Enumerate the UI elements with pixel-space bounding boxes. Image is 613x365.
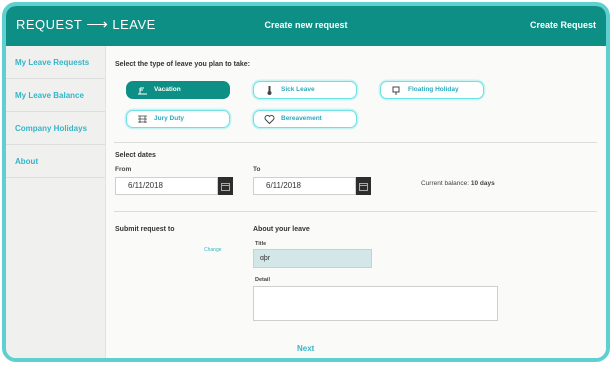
sidebar: My Leave Requests My Leave Balance Compa… — [6, 46, 106, 358]
divider — [114, 211, 597, 212]
sidebar-item-about[interactable]: About — [6, 145, 105, 178]
from-calendar-icon[interactable] — [218, 177, 233, 195]
from-label: From — [115, 166, 132, 173]
detail-label: Detail — [255, 277, 270, 283]
main-content: Select the type of leave you plan to tak… — [106, 46, 606, 358]
to-label: To — [253, 166, 261, 173]
app-frame: REQUEST ⟶ LEAVE Create new request Creat… — [2, 2, 610, 362]
leave-type-prompt: Select the type of leave you plan to tak… — [115, 61, 250, 68]
leave-option-label: Sick Leave — [281, 86, 315, 93]
leave-option-label: Bereavement — [281, 115, 322, 122]
heart-icon — [264, 114, 275, 125]
title-input[interactable]: ɑþr — [253, 249, 372, 268]
divider — [114, 142, 597, 143]
leave-option-floating-holiday[interactable]: Floating Holiday — [380, 81, 484, 99]
from-date-input[interactable]: 6/11/2018 — [115, 177, 218, 195]
to-date-input[interactable]: 6/11/2018 — [253, 177, 356, 195]
floating-icon — [391, 85, 402, 96]
leave-option-label: Jury Duty — [154, 115, 184, 122]
change-approver-link[interactable]: Change — [204, 247, 222, 253]
sidebar-item-company-holidays[interactable]: Company Holidays — [6, 112, 105, 145]
leave-option-label: Floating Holiday — [408, 86, 459, 93]
title-label: Title — [255, 241, 267, 247]
leave-option-bereavement[interactable]: Bereavement — [253, 110, 357, 128]
leave-option-label: Vacation — [154, 86, 181, 93]
select-dates-heading: Select dates — [115, 152, 156, 159]
sidebar-item-my-leave-requests[interactable]: My Leave Requests — [6, 46, 105, 79]
current-balance: Current balance: 10 days — [421, 180, 495, 187]
about-leave-heading: About your leave — [253, 226, 310, 233]
sidebar-item-my-leave-balance[interactable]: My Leave Balance — [6, 79, 105, 112]
beach-icon — [137, 85, 148, 96]
detail-textarea[interactable] — [253, 286, 498, 321]
submit-request-heading: Submit request to — [115, 226, 175, 233]
next-button[interactable]: Next — [297, 344, 314, 353]
balance-value: 10 days — [470, 180, 495, 187]
leave-option-vacation[interactable]: Vacation — [126, 81, 230, 99]
balance-label: Current balance: — [421, 180, 470, 187]
to-calendar-icon[interactable] — [356, 177, 371, 195]
leave-option-sick-leave[interactable]: Sick Leave — [253, 81, 357, 99]
thermometer-icon — [264, 85, 275, 96]
top-bar: REQUEST ⟶ LEAVE Create new request Creat… — [6, 6, 606, 46]
create-request-link[interactable]: Create Request — [530, 20, 596, 30]
jury-icon — [137, 114, 148, 125]
leave-option-jury-duty[interactable]: Jury Duty — [126, 110, 230, 128]
page-title: Create new request — [264, 20, 348, 30]
